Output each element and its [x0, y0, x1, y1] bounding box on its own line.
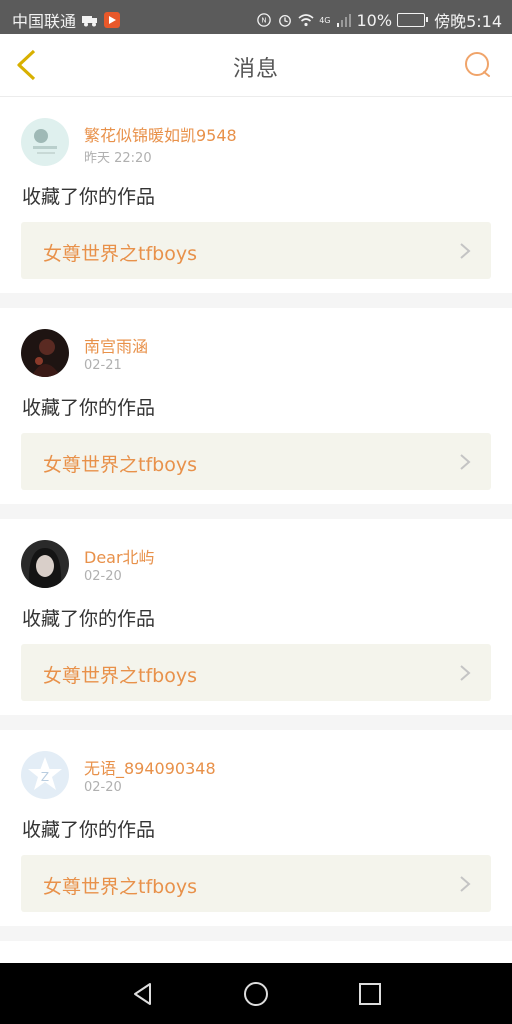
timestamp: 02-21: [84, 358, 122, 373]
signal-icon: [336, 14, 351, 27]
nav-home-icon[interactable]: [243, 981, 269, 1007]
svg-text:N: N: [262, 17, 267, 25]
work-title: 女尊世界之tfboys: [43, 665, 197, 687]
nfc-icon: N: [257, 13, 271, 27]
work-link[interactable]: 女尊世界之tfboys: [21, 222, 491, 279]
page-title: 消息: [232, 57, 279, 82]
system-nav-bar: [0, 963, 512, 1024]
chevron-right-icon: [460, 876, 471, 892]
username-link[interactable]: 无语_894090348: [84, 755, 216, 779]
timestamp: 昨天 22:20: [84, 151, 152, 166]
chevron-right-icon: [460, 243, 471, 259]
work-link[interactable]: 女尊世界之tfboys: [21, 855, 491, 912]
avatar[interactable]: [21, 540, 69, 588]
search-icon[interactable]: [464, 51, 492, 79]
timestamp: 02-20: [84, 780, 122, 795]
notification-card: 繁花似锦暖如凯9548 昨天 22:20 收藏了你的作品 女尊世界之tfboys: [0, 97, 512, 293]
truck-icon: [82, 16, 98, 27]
top-app-bar: 消息: [0, 34, 512, 97]
notification-list: 繁花似锦暖如凯9548 昨天 22:20 收藏了你的作品 女尊世界之tfboys…: [0, 97, 512, 996]
chevron-right-icon: [460, 454, 471, 470]
battery-percent: 10%: [356, 10, 393, 30]
alarm-icon: [279, 14, 292, 27]
action-text: 收藏了你的作品: [22, 608, 156, 630]
clock: 傍晚5:14: [434, 12, 502, 31]
battery-icon: [397, 13, 429, 27]
chevron-right-icon: [460, 665, 471, 681]
username-link[interactable]: 南宫雨涵: [84, 333, 148, 357]
status-bar: 中国联通 N 4G 10% 傍晚5:14: [0, 0, 512, 34]
carrier-label: 中国联通: [12, 12, 77, 31]
work-title: 女尊世界之tfboys: [43, 243, 197, 265]
work-link[interactable]: 女尊世界之tfboys: [21, 433, 491, 490]
avatar[interactable]: [21, 118, 69, 166]
app-notification-icon: [104, 12, 121, 28]
username-link[interactable]: Dear北屿: [84, 544, 155, 568]
wifi-icon: [298, 14, 314, 27]
notification-card: Z 无语_894090348 02-20 收藏了你的作品 女尊世界之tfboys: [0, 730, 512, 926]
action-text: 收藏了你的作品: [22, 819, 156, 841]
notification-card: 南宫雨涵 02-21 收藏了你的作品 女尊世界之tfboys: [0, 308, 512, 504]
avatar[interactable]: Z: [21, 751, 69, 799]
nav-recents-icon[interactable]: [357, 981, 383, 1007]
timestamp: 02-20: [84, 569, 122, 584]
username-link[interactable]: 繁花似锦暖如凯9548: [84, 122, 237, 146]
work-title: 女尊世界之tfboys: [43, 876, 197, 898]
notification-card: Dear北屿 02-20 收藏了你的作品 女尊世界之tfboys: [0, 519, 512, 715]
action-text: 收藏了你的作品: [22, 397, 156, 419]
action-text: 收藏了你的作品: [22, 186, 156, 208]
avatar[interactable]: [21, 329, 69, 377]
network-type-badge: 4G: [319, 15, 331, 25]
svg-text:Z: Z: [41, 770, 49, 784]
nav-back-icon[interactable]: [130, 981, 156, 1007]
work-link[interactable]: 女尊世界之tfboys: [21, 644, 491, 701]
work-title: 女尊世界之tfboys: [43, 454, 197, 476]
